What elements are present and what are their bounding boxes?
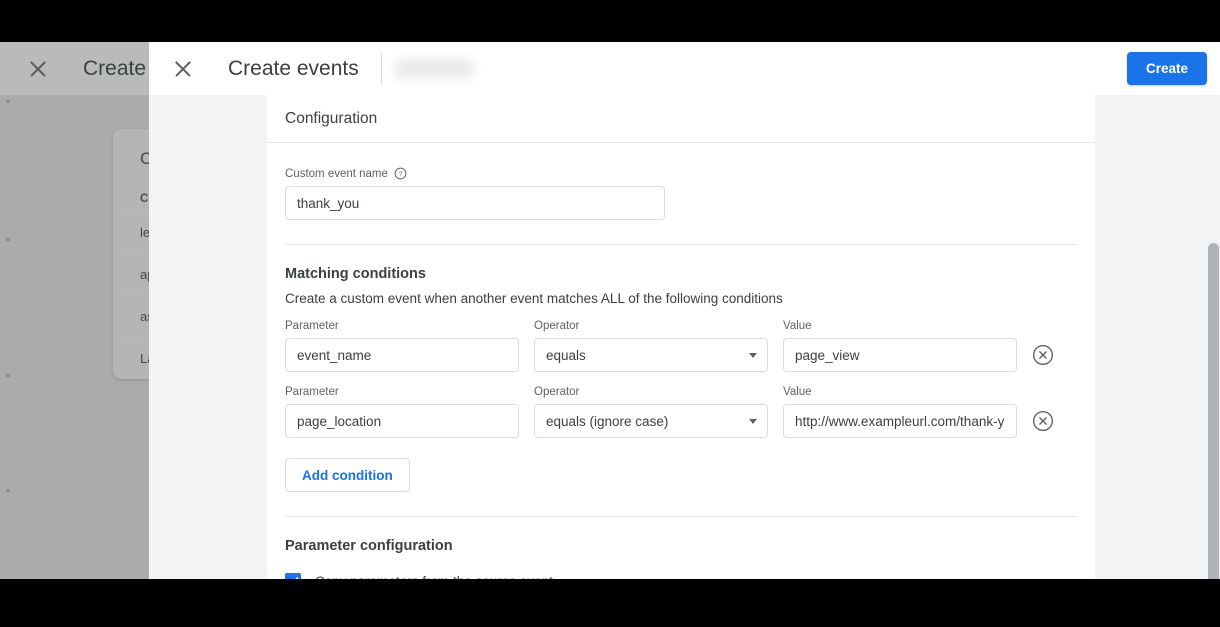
configuration-card-header: Configuration: [267, 95, 1095, 143]
parameter-label: Parameter: [285, 386, 339, 398]
condition-operator-select[interactable]: equals: [534, 338, 768, 372]
remove-circle-icon[interactable]: [1032, 410, 1054, 432]
custom-event-name-group: Custom event name ?: [285, 167, 1077, 220]
condition-operator-select-wrap: equals (ignore case): [534, 404, 768, 438]
matching-conditions-description: Create a custom event when another event…: [285, 291, 783, 306]
remove-circle-icon[interactable]: [1032, 344, 1054, 366]
background-tick: [6, 374, 10, 377]
configuration-heading: Configuration: [285, 109, 378, 127]
dialog-title: Create events: [228, 56, 359, 80]
close-icon: [26, 57, 50, 81]
condition-parameter-input[interactable]: [285, 338, 519, 372]
configuration-card: Configuration Custom event name ? thank_…: [267, 95, 1095, 579]
header-divider: [380, 52, 382, 85]
screen: Create ev Cu Cus lea ap as La Create eve…: [0, 0, 1220, 627]
letterbox-top: [0, 0, 1220, 42]
operator-label: Operator: [534, 320, 580, 332]
create-events-dialog: Create events Create Configuration Custo…: [149, 42, 1220, 579]
background-tick: [6, 489, 10, 492]
dialog-body: Configuration Custom event name ? thank_…: [149, 95, 1220, 579]
operator-label: Operator: [534, 386, 580, 398]
custom-event-name-label-row: Custom event name ?: [285, 167, 1077, 180]
condition-operator-select-wrap: equals: [534, 338, 768, 372]
value-label: Value: [783, 320, 812, 332]
close-icon[interactable]: [171, 57, 195, 81]
condition-value-group: Value: [783, 386, 1017, 438]
matching-conditions-title: Matching conditions: [285, 266, 426, 282]
custom-event-name-label: Custom event name: [285, 167, 388, 180]
parameter-label: Parameter: [285, 320, 339, 332]
background-tick: [6, 238, 10, 241]
condition-parameter-input[interactable]: [285, 404, 519, 438]
condition-parameter-group: Parameter: [285, 386, 519, 438]
condition-operator-select[interactable]: equals (ignore case): [534, 404, 768, 438]
section-divider: [285, 244, 1077, 245]
condition-operator-group: Operator equals: [534, 320, 768, 372]
parameter-configuration-title: Parameter configuration: [285, 538, 453, 554]
dialog-scrollbar-thumb[interactable]: [1208, 243, 1219, 579]
custom-event-name-input[interactable]: [285, 186, 665, 220]
section-divider: [285, 516, 1077, 517]
letterbox-bottom: [0, 579, 1220, 627]
condition-parameter-group: Parameter: [285, 320, 519, 372]
configuration-card-body: Custom event name ? Matching: [267, 143, 1095, 579]
create-button[interactable]: Create: [1126, 52, 1207, 85]
condition-row: Parameter Operator equals Value: [285, 320, 1077, 372]
dialog-scrollbar-track[interactable]: [1207, 148, 1220, 579]
condition-value-input[interactable]: [783, 404, 1017, 438]
condition-operator-group: Operator equals (ignore case): [534, 386, 768, 438]
help-circle-icon[interactable]: ?: [394, 167, 407, 180]
value-label: Value: [783, 386, 812, 398]
dialog-header: Create events Create: [149, 42, 1220, 95]
add-condition-button[interactable]: Add condition: [285, 458, 410, 492]
svg-text:?: ?: [399, 171, 403, 178]
condition-row: Parameter Operator equals (ignore case) …: [285, 386, 1077, 438]
condition-value-group: Value: [783, 320, 1017, 372]
condition-value-input[interactable]: [783, 338, 1017, 372]
account-name-redacted: [394, 59, 473, 78]
background-tick: [6, 100, 10, 103]
